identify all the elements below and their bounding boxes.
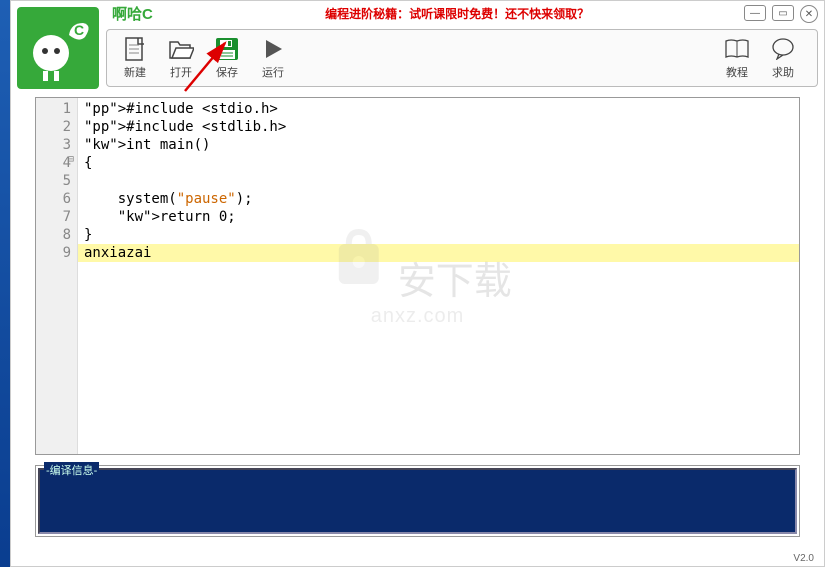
code-line[interactable]: "kw">return 0; bbox=[78, 208, 799, 226]
code-line[interactable] bbox=[78, 172, 799, 190]
maximize-button[interactable]: ▭ bbox=[772, 5, 794, 21]
code-line[interactable]: system("pause"); bbox=[78, 190, 799, 208]
help-button[interactable]: 求助 bbox=[763, 36, 803, 80]
line-gutter: 123456789 bbox=[36, 98, 78, 454]
run-button[interactable]: 运行 bbox=[253, 36, 293, 80]
code-line[interactable]: "kw">int main() bbox=[78, 136, 799, 154]
open-button[interactable]: 打开 bbox=[161, 36, 201, 80]
save-icon bbox=[214, 36, 240, 62]
app-title: 啊哈C bbox=[112, 3, 153, 24]
file-new-icon bbox=[122, 36, 148, 62]
folder-open-icon bbox=[168, 36, 194, 62]
minimize-button[interactable]: — bbox=[744, 5, 766, 21]
console-panel: -编译信息- bbox=[35, 465, 800, 537]
code-line[interactable]: anxiazai bbox=[78, 244, 799, 262]
titlebar: C 啊哈C 编程进阶秘籍：试听课限时免费！还不快来领取？ — ▭ ✕ bbox=[11, 1, 824, 25]
speech-bubble-icon bbox=[770, 36, 796, 62]
code-area[interactable]: "pp">#include <stdio.h>"pp">#include <st… bbox=[78, 98, 799, 454]
code-editor[interactable]: 123456789 "pp">#include <stdio.h>"pp">#i… bbox=[35, 97, 800, 455]
line-number: 7 bbox=[36, 208, 71, 226]
line-number: 3 bbox=[36, 136, 71, 154]
new-button[interactable]: 新建 bbox=[115, 36, 155, 80]
line-number: 2 bbox=[36, 118, 71, 136]
version-label: V2.0 bbox=[793, 553, 814, 564]
line-number: 6 bbox=[36, 190, 71, 208]
line-number: 1 bbox=[36, 100, 71, 118]
close-button[interactable]: ✕ bbox=[800, 5, 818, 23]
code-line[interactable]: } bbox=[78, 226, 799, 244]
console-output[interactable]: -编译信息- bbox=[38, 468, 797, 534]
app-logo: C bbox=[17, 7, 99, 89]
line-number: 5 bbox=[36, 172, 71, 190]
promo-banner[interactable]: 编程进阶秘籍：试听课限时免费！还不快来领取？ bbox=[325, 5, 589, 22]
play-icon bbox=[260, 36, 286, 62]
line-number: 9 bbox=[36, 244, 71, 262]
line-number: 8 bbox=[36, 226, 71, 244]
code-line[interactable]: { bbox=[78, 154, 799, 172]
toolbar: 新建 打开 保存 运行 教程 bbox=[106, 29, 818, 87]
main-window: C 啊哈C 编程进阶秘籍：试听课限时免费！还不快来领取？ — ▭ ✕ 新建 打开 bbox=[10, 0, 825, 567]
svg-text:C: C bbox=[74, 22, 84, 38]
code-line[interactable]: "pp">#include <stdio.h> bbox=[78, 100, 799, 118]
save-button[interactable]: 保存 bbox=[207, 36, 247, 80]
book-icon bbox=[724, 36, 750, 62]
code-line[interactable]: "pp">#include <stdlib.h> bbox=[78, 118, 799, 136]
tutorial-button[interactable]: 教程 bbox=[717, 36, 757, 80]
